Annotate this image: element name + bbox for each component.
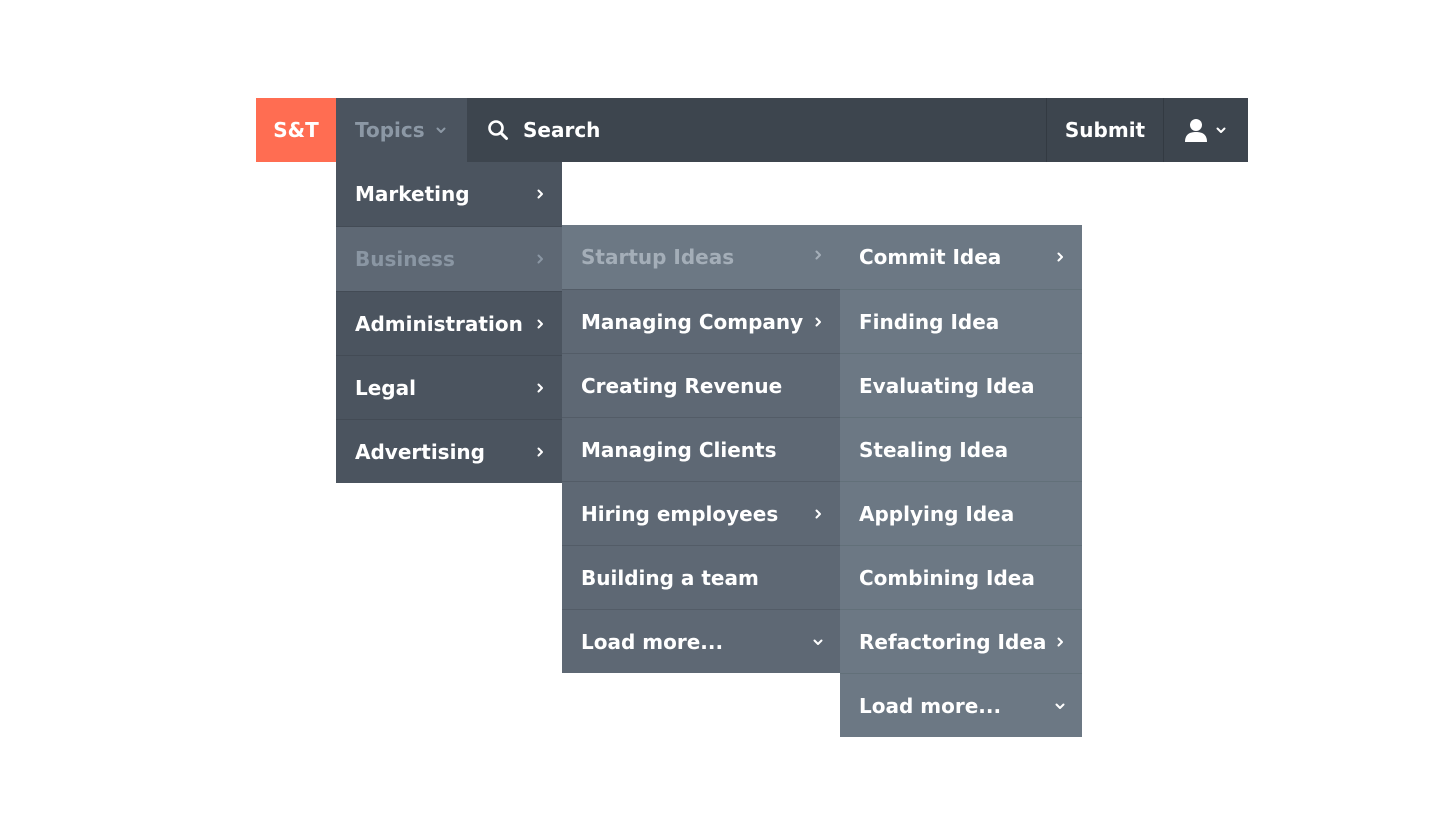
user-menu-button[interactable] — [1163, 98, 1248, 162]
menu-item-building-a-team[interactable]: Building a team — [562, 545, 840, 609]
chevron-right-icon — [534, 446, 546, 458]
top-navbar: S&T Topics Search Submit — [256, 98, 1248, 162]
menu-item-label: Load more... — [581, 629, 724, 654]
chevron-down-icon — [812, 636, 824, 648]
chevron-right-icon — [534, 382, 546, 394]
search-bar[interactable]: Search — [467, 98, 1046, 162]
chevron-right-icon — [534, 318, 546, 330]
menu-item-combining-idea[interactable]: Combining Idea — [840, 545, 1082, 609]
menu-item-label: Combining Idea — [859, 565, 1035, 590]
business-submenu: Startup Ideas Managing Company Creating … — [562, 225, 840, 673]
startup-ideas-submenu: Commit Idea Finding Idea Evaluating Idea… — [840, 225, 1082, 737]
menu-item-label: Refactoring Idea — [859, 629, 1047, 654]
submit-button[interactable]: Submit — [1046, 98, 1163, 162]
menu-item-commit-idea[interactable]: Commit Idea — [840, 225, 1082, 289]
menu-item-label: Commit Idea — [859, 245, 1002, 269]
logo[interactable]: S&T — [256, 98, 336, 162]
load-more-button[interactable]: Load more... — [562, 609, 840, 673]
menu-item-label: Administration — [355, 311, 523, 336]
menu-item-managing-company[interactable]: Managing Company — [562, 289, 840, 353]
menu-item-stealing-idea[interactable]: Stealing Idea — [840, 417, 1082, 481]
search-label: Search — [523, 118, 601, 142]
chevron-down-icon — [435, 124, 447, 136]
menu-item-business[interactable]: Business — [336, 226, 562, 291]
menu-item-label: Evaluating Idea — [859, 373, 1035, 398]
chevron-down-icon — [1054, 700, 1066, 712]
topics-dropdown[interactable]: Topics — [336, 98, 467, 162]
menu-item-label: Legal — [355, 375, 416, 400]
menu-item-label: Managing Clients — [581, 437, 777, 462]
menu-item-label: Startup Ideas — [581, 245, 735, 269]
menu-item-managing-clients[interactable]: Managing Clients — [562, 417, 840, 481]
menu-item-creating-revenue[interactable]: Creating Revenue — [562, 353, 840, 417]
menu-item-finding-idea[interactable]: Finding Idea — [840, 289, 1082, 353]
menu-item-advertising[interactable]: Advertising — [336, 419, 562, 483]
user-icon — [1185, 118, 1207, 142]
chevron-right-icon — [812, 508, 824, 520]
chevron-right-icon — [812, 249, 824, 261]
topics-menu: Marketing Business Administration Legal … — [336, 162, 562, 483]
menu-item-label: Stealing Idea — [859, 437, 1009, 462]
chevron-right-icon — [534, 188, 546, 200]
menu-item-label: Business — [355, 247, 455, 271]
menu-item-applying-idea[interactable]: Applying Idea — [840, 481, 1082, 545]
search-icon — [487, 119, 509, 141]
menu-item-marketing[interactable]: Marketing — [336, 162, 562, 226]
chevron-right-icon — [812, 316, 824, 328]
menu-item-legal[interactable]: Legal — [336, 355, 562, 419]
menu-item-label: Marketing — [355, 182, 470, 206]
menu-item-label: Building a team — [581, 565, 759, 590]
chevron-right-icon — [1054, 636, 1066, 648]
menu-item-refactoring-idea[interactable]: Refactoring Idea — [840, 609, 1082, 673]
menu-item-hiring-employees[interactable]: Hiring employees — [562, 481, 840, 545]
chevron-down-icon — [1215, 124, 1227, 136]
menu-item-label: Load more... — [859, 693, 1002, 718]
menu-item-startup-ideas[interactable]: Startup Ideas — [562, 225, 840, 289]
menu-item-administration[interactable]: Administration — [336, 291, 562, 355]
menu-item-evaluating-idea[interactable]: Evaluating Idea — [840, 353, 1082, 417]
chevron-right-icon — [534, 253, 546, 265]
menu-item-label: Applying Idea — [859, 501, 1015, 526]
topics-label: Topics — [355, 118, 425, 142]
menu-item-label: Managing Company — [581, 309, 804, 334]
menu-item-label: Hiring employees — [581, 501, 779, 526]
load-more-button[interactable]: Load more... — [840, 673, 1082, 737]
menu-item-label: Creating Revenue — [581, 373, 783, 398]
menu-item-label: Advertising — [355, 439, 485, 464]
menu-item-label: Finding Idea — [859, 309, 1000, 334]
chevron-right-icon — [1054, 251, 1066, 263]
